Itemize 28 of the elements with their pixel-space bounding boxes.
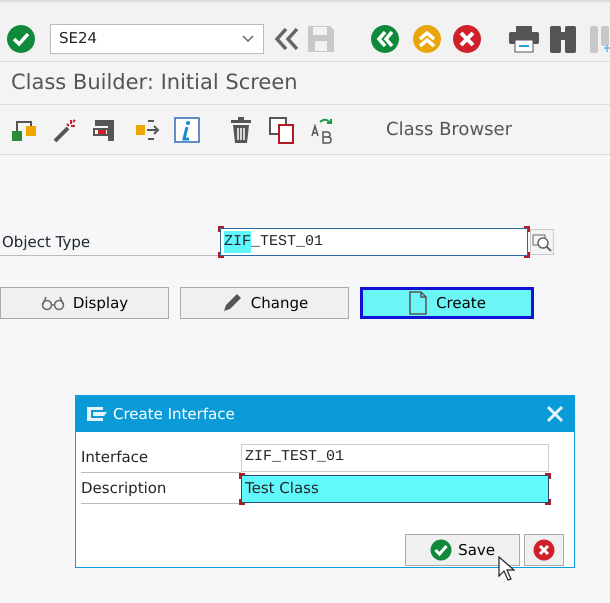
document-icon: [408, 291, 428, 315]
input-field[interactable]: Test Class: [241, 474, 549, 502]
input-field[interactable]: ZIF_TEST_01: [241, 444, 549, 472]
class-browser-button[interactable]: Class Browser: [386, 116, 512, 143]
cancel-icon[interactable]: [452, 24, 482, 54]
object-name-field[interactable]: ZIF_TEST_01: [220, 228, 528, 256]
print-icon[interactable]: [508, 24, 540, 54]
back-icon[interactable]: [370, 24, 400, 54]
trash-icon[interactable]: [228, 116, 254, 144]
close-icon[interactable]: [546, 405, 564, 423]
cancel-button[interactable]: [524, 534, 564, 566]
dialog-icon: [86, 406, 108, 422]
search-help-icon[interactable]: [532, 232, 552, 252]
save-button[interactable]: Save: [405, 534, 520, 566]
cancel-icon: [533, 539, 555, 561]
create-button[interactable]: Create: [360, 287, 534, 319]
copy-icon[interactable]: [268, 116, 296, 144]
info-icon[interactable]: [174, 116, 200, 142]
command-field[interactable]: SE24: [50, 24, 264, 54]
check-icon: [430, 539, 452, 561]
screen-title: Class Builder: Initial Screen: [0, 62, 610, 105]
dialog-title: Create Interface: [113, 404, 236, 425]
enter-icon[interactable]: [6, 24, 36, 54]
display-button[interactable]: Display: [0, 287, 169, 319]
dropdown-icon[interactable]: [241, 34, 255, 44]
magic-wand-icon[interactable]: [52, 116, 78, 142]
glasses-icon: [40, 295, 65, 311]
change-button[interactable]: Change: [180, 287, 349, 319]
